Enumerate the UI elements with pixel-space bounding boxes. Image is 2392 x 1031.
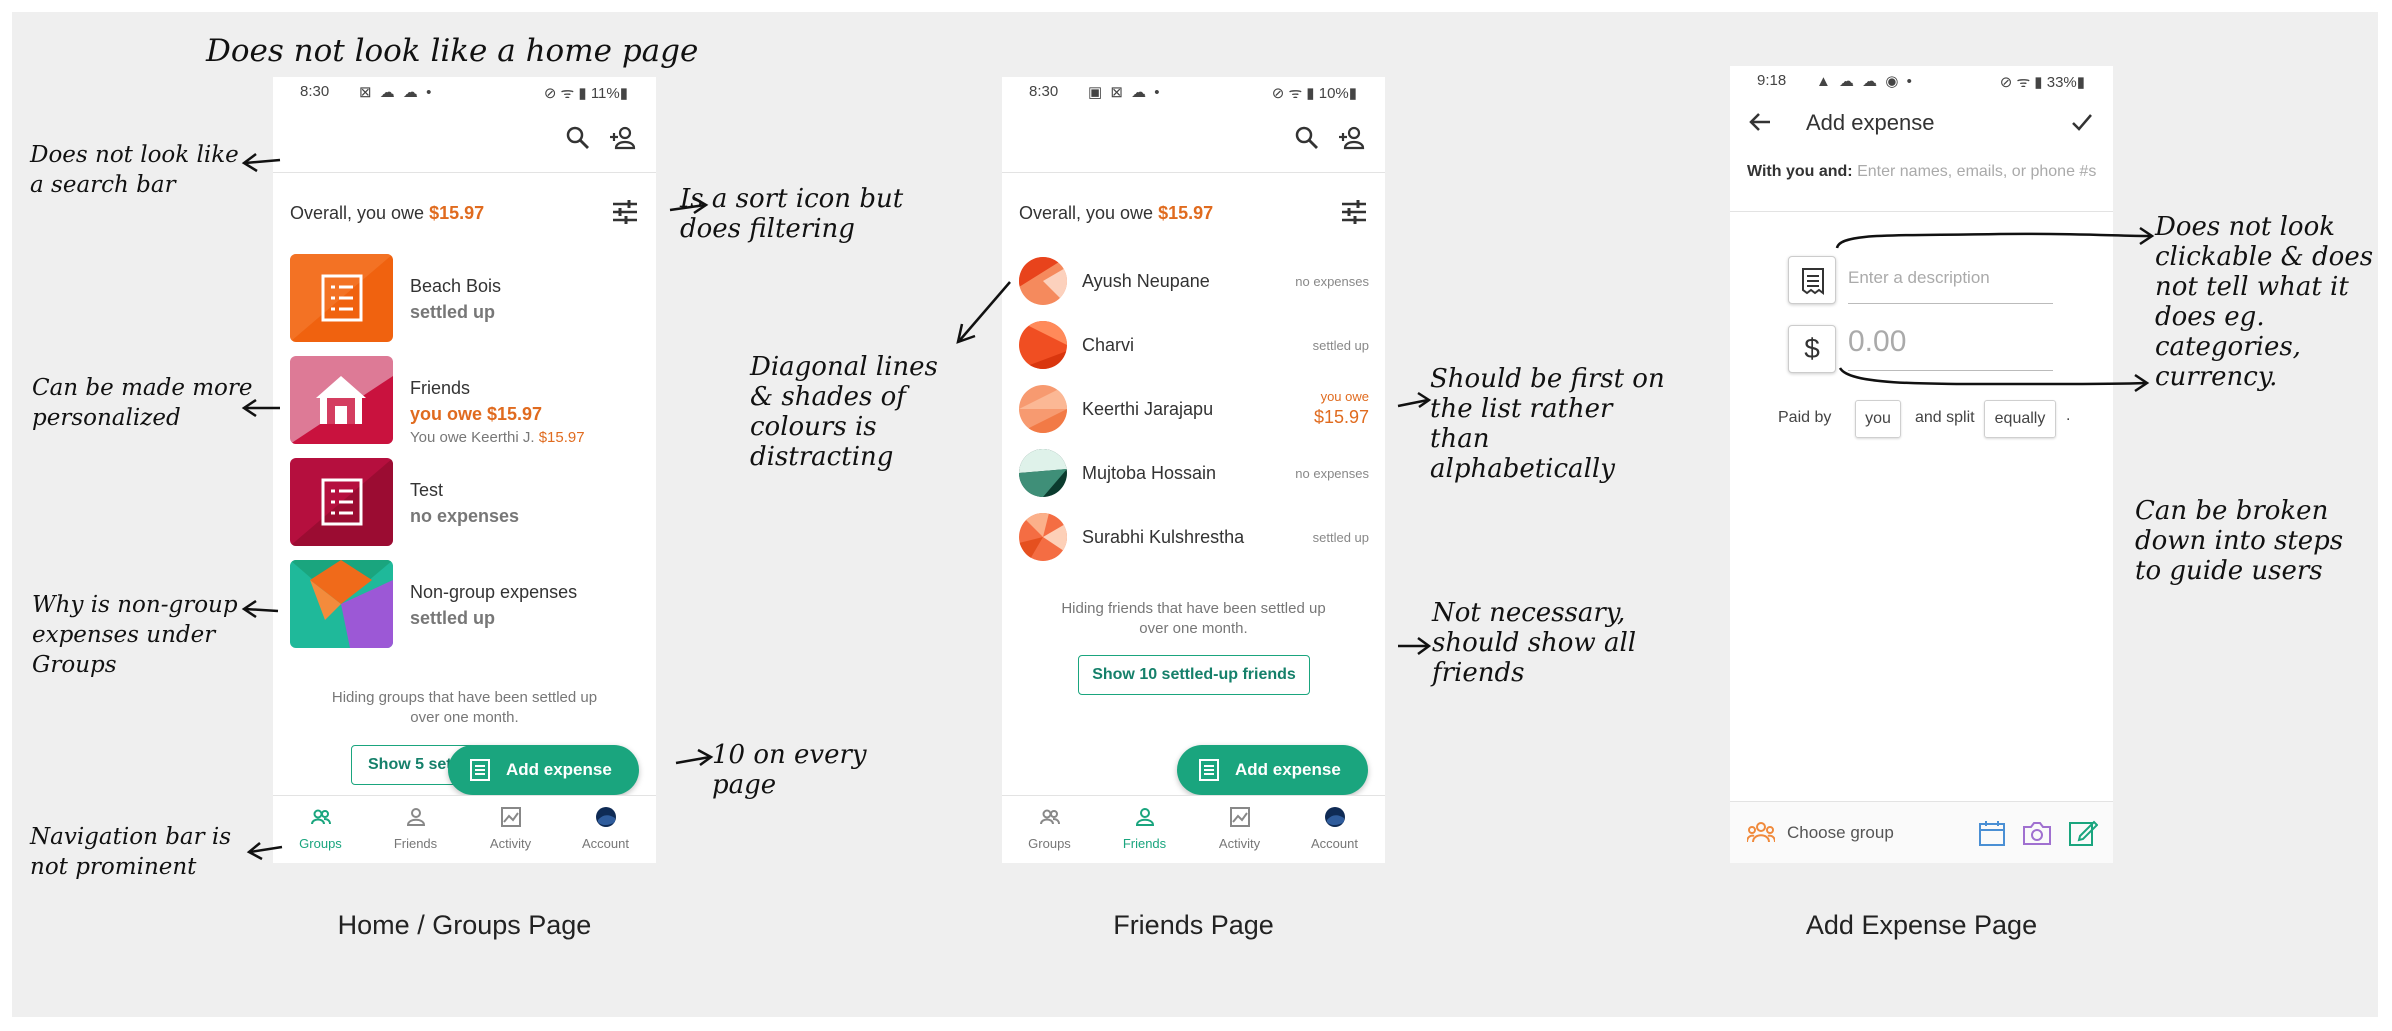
annotation-arrows (241, 153, 2155, 861)
